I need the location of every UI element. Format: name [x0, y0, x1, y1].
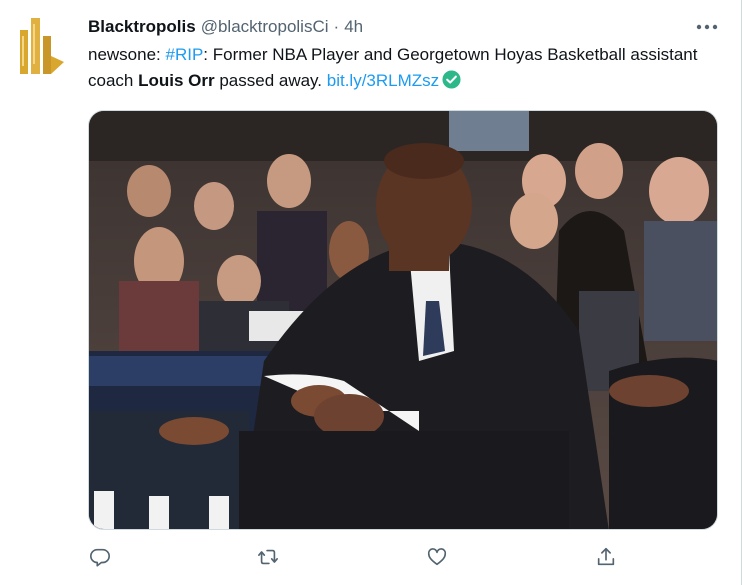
more-button[interactable]	[693, 17, 721, 37]
reply-button[interactable]	[88, 545, 112, 569]
like-icon	[427, 548, 447, 566]
tweet-text: newsone: #RIP: Former NBA Player and Geo…	[88, 42, 718, 97]
retweet-button[interactable]	[256, 545, 280, 569]
text-prefix: newsone:	[88, 45, 166, 64]
like-button[interactable]	[425, 545, 449, 569]
share-button[interactable]	[594, 545, 618, 569]
user-handle[interactable]: @blacktropolisCi	[201, 17, 329, 37]
tweet-actions	[88, 543, 628, 573]
coach-photo	[89, 111, 717, 529]
share-icon	[597, 547, 615, 566]
more-horizontal-icon	[696, 24, 718, 30]
hashtag-link[interactable]: #RIP	[166, 45, 204, 64]
tweet[interactable]: Blacktropolis @blacktropolisCi · 4h news…	[0, 0, 742, 585]
text-part-2: passed away.	[214, 71, 327, 90]
avatar[interactable]	[16, 12, 68, 78]
tweet-photo[interactable]	[88, 110, 718, 530]
timestamp[interactable]: 4h	[344, 17, 363, 37]
blacktropolis-logo-icon	[20, 18, 64, 74]
text-bold-name: Louis Orr	[138, 71, 215, 90]
verified-check-icon	[442, 70, 461, 97]
separator: ·	[333, 17, 340, 36]
tweet-header: Blacktropolis @blacktropolisCi · 4h	[88, 16, 363, 38]
reply-icon	[90, 548, 110, 567]
retweet-icon	[258, 549, 278, 565]
display-name[interactable]: Blacktropolis	[88, 17, 196, 37]
url-link[interactable]: bit.ly/3RLMZsz	[327, 71, 439, 90]
